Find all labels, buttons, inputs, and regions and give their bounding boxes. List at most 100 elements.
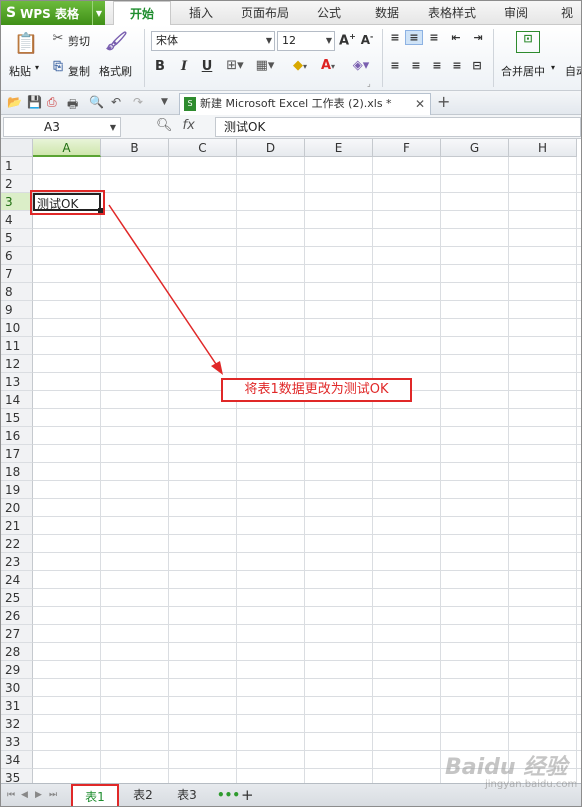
row-header-8[interactable]: 8 <box>1 283 33 301</box>
last-sheet-icon[interactable]: ⏭ <box>49 790 57 800</box>
font-name-select[interactable]: 宋体 ▼ <box>151 31 275 51</box>
font-dialog-launcher-icon[interactable]: ⌟ <box>367 79 371 88</box>
row-header-22[interactable]: 22 <box>1 535 33 553</box>
zoom-icon[interactable]: 🔍︎ <box>156 118 173 133</box>
fx-icon[interactable]: 🔍︎ fx <box>156 118 195 133</box>
fill-color-icon[interactable]: ◆▾ <box>287 58 313 73</box>
row-header-12[interactable]: 12 <box>1 355 33 373</box>
column-header-b[interactable]: B <box>101 139 169 157</box>
row-header-1[interactable]: 1 <box>1 157 33 175</box>
merge-center-button[interactable]: 合并居中 <box>501 63 545 79</box>
tab-formulas[interactable]: 公式 <box>301 1 357 25</box>
row-header-32[interactable]: 32 <box>1 715 33 733</box>
scissors-icon[interactable]: ✂ <box>51 31 65 46</box>
align-top-icon[interactable]: ≡ <box>388 31 402 44</box>
justify-icon[interactable]: ≡ <box>450 59 464 72</box>
row-header-19[interactable]: 19 <box>1 481 33 499</box>
row-header-17[interactable]: 17 <box>1 445 33 463</box>
row-header-6[interactable]: 6 <box>1 247 33 265</box>
row-header-21[interactable]: 21 <box>1 517 33 535</box>
row-header-11[interactable]: 11 <box>1 337 33 355</box>
font-size-select[interactable]: 12 ▼ <box>277 31 335 51</box>
export-pdf-icon[interactable]: ⎙ <box>47 95 57 110</box>
row-header-33[interactable]: 33 <box>1 733 33 751</box>
print-preview-icon[interactable]: 🔍 <box>89 95 104 109</box>
row-header-18[interactable]: 18 <box>1 463 33 481</box>
row-header-34[interactable]: 34 <box>1 751 33 769</box>
row-header-13[interactable]: 13 <box>1 373 33 391</box>
copy-icon[interactable]: ⎘ <box>51 59 65 74</box>
align-right-icon[interactable]: ≡ <box>430 59 444 72</box>
row-header-26[interactable]: 26 <box>1 607 33 625</box>
redo-icon[interactable]: ↷ <box>133 95 143 109</box>
row-header-35[interactable]: 35 <box>1 769 33 783</box>
chevron-down-icon[interactable]: ▼ <box>110 119 116 137</box>
document-tab[interactable]: S 新建 Microsoft Excel 工作表 (2).xls * ✕ <box>179 93 431 115</box>
column-header-g[interactable]: G <box>441 139 509 157</box>
row-header-4[interactable]: 4 <box>1 211 33 229</box>
row-header-29[interactable]: 29 <box>1 661 33 679</box>
clear-format-icon[interactable]: ◈▾ <box>349 58 373 73</box>
chevron-down-icon[interactable]: ▾ <box>551 63 555 72</box>
column-header-f[interactable]: F <box>373 139 441 157</box>
chevron-down-icon[interactable]: ▼ <box>161 97 168 107</box>
open-folder-icon[interactable]: 📂 <box>7 95 22 109</box>
tab-table-style[interactable]: 表格样式 <box>417 1 487 25</box>
tab-page-layout[interactable]: 页面布局 <box>231 1 299 25</box>
auto-wrap-button[interactable]: 自动 <box>565 63 581 79</box>
close-icon[interactable]: ✕ <box>415 94 425 114</box>
row-header-15[interactable]: 15 <box>1 409 33 427</box>
borders-icon[interactable]: ⊞▾ <box>223 58 247 73</box>
row-header-23[interactable]: 23 <box>1 553 33 571</box>
indent-decrease-icon[interactable]: ⇤ <box>449 31 463 44</box>
column-header-h[interactable]: H <box>509 139 577 157</box>
tab-home[interactable]: 开始 <box>113 1 171 26</box>
row-header-28[interactable]: 28 <box>1 643 33 661</box>
chevron-down-icon[interactable]: ▼ <box>92 1 105 25</box>
paste-button[interactable]: 粘贴 <box>9 63 31 79</box>
align-left-icon[interactable]: ≡ <box>388 59 402 72</box>
sheet-tab-2[interactable]: 表2 <box>123 784 163 806</box>
paste-icon[interactable]: 📋 <box>13 31 39 55</box>
sheet-tab-3[interactable]: 表3 <box>167 784 207 806</box>
row-header-25[interactable]: 25 <box>1 589 33 607</box>
row-header-7[interactable]: 7 <box>1 265 33 283</box>
row-header-20[interactable]: 20 <box>1 499 33 517</box>
distributed-align-icon[interactable]: ⊟ <box>469 59 485 72</box>
more-sheets-icon[interactable]: ••• <box>217 788 240 802</box>
column-header-c[interactable]: C <box>169 139 237 157</box>
merge-center-icon[interactable]: ⊡ <box>516 31 540 53</box>
cut-button[interactable]: 剪切 <box>68 33 90 49</box>
next-sheet-icon[interactable]: ▶ <box>35 790 42 800</box>
row-header-14[interactable]: 14 <box>1 391 33 409</box>
row-header-30[interactable]: 30 <box>1 679 33 697</box>
wps-app-menu[interactable]: S WPS 表格 ▼ <box>1 1 105 25</box>
align-center-icon[interactable]: ≡ <box>409 59 423 72</box>
underline-icon[interactable]: U <box>200 59 214 74</box>
format-painter-button[interactable]: 格式刷 <box>99 63 132 79</box>
copy-button[interactable]: 复制 <box>68 63 90 79</box>
tab-review[interactable]: 审阅 <box>489 1 543 25</box>
row-header-5[interactable]: 5 <box>1 229 33 247</box>
row-header-24[interactable]: 24 <box>1 571 33 589</box>
align-middle-icon[interactable]: ≡ <box>405 30 423 45</box>
indent-increase-icon[interactable]: ⇥ <box>471 31 485 44</box>
font-color-icon[interactable]: A▾ <box>315 58 341 73</box>
align-bottom-icon[interactable]: ≡ <box>427 31 441 44</box>
row-header-31[interactable]: 31 <box>1 697 33 715</box>
row-header-9[interactable]: 9 <box>1 301 33 319</box>
new-tab-plus-icon[interactable]: + <box>437 92 450 111</box>
row-header-10[interactable]: 10 <box>1 319 33 337</box>
column-header-e[interactable]: E <box>305 139 373 157</box>
chevron-down-icon[interactable]: ▾ <box>35 63 39 72</box>
name-box[interactable]: A3 ▼ <box>3 117 121 137</box>
add-sheet-icon[interactable]: + <box>241 786 254 804</box>
prev-sheet-icon[interactable]: ◀ <box>21 790 28 800</box>
row-header-2[interactable]: 2 <box>1 175 33 193</box>
format-painter-icon[interactable]: 🖌 <box>105 31 128 52</box>
tab-view[interactable]: 视图 <box>549 1 581 44</box>
row-header-27[interactable]: 27 <box>1 625 33 643</box>
italic-icon[interactable]: I <box>177 59 191 74</box>
cell-style-icon[interactable]: ▦▾ <box>252 58 278 73</box>
column-header-d[interactable]: D <box>237 139 305 157</box>
